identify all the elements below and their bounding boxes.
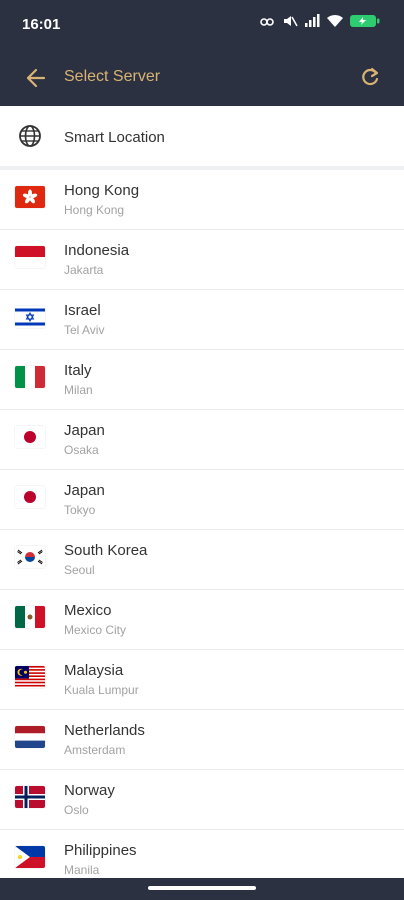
server-row-mexico[interactable]: Mexico Mexico City <box>0 590 404 650</box>
server-row-hong-kong[interactable]: Hong Kong Hong Kong <box>0 170 404 230</box>
country-name: Japan <box>64 482 105 499</box>
battery-icon <box>350 14 380 33</box>
country-name: Norway <box>64 782 115 799</box>
city-name: Milan <box>64 383 93 397</box>
philippines-flag-icon <box>15 846 45 868</box>
server-row-japan-osaka[interactable]: Japan Osaka <box>0 410 404 470</box>
south-korea-flag-icon <box>15 546 45 568</box>
italy-flag-icon <box>15 366 45 388</box>
server-row-japan-tokyo[interactable]: Japan Tokyo <box>0 470 404 530</box>
israel-flag-icon <box>15 306 45 328</box>
server-list: Hong Kong Hong Kong Indonesia Jakarta Is… <box>0 170 404 890</box>
hong-kong-flag-icon <box>15 186 45 208</box>
smart-location-label: Smart Location <box>64 129 165 146</box>
server-row-israel[interactable]: Israel Tel Aviv <box>0 290 404 350</box>
country-name: Malaysia <box>64 662 124 679</box>
app-bar: Select Server <box>0 50 404 106</box>
japan-flag-icon <box>15 486 45 508</box>
country-name: Netherlands <box>64 722 145 739</box>
netherlands-flag-icon <box>15 726 45 748</box>
server-row-malaysia[interactable]: Malaysia Kuala Lumpur <box>0 650 404 710</box>
japan-flag-icon <box>15 426 45 448</box>
indonesia-flag-icon <box>15 246 45 268</box>
back-arrow-icon[interactable] <box>22 66 50 90</box>
country-name: Mexico <box>64 602 112 619</box>
server-row-indonesia[interactable]: Indonesia Jakarta <box>0 230 404 290</box>
server-row-netherlands[interactable]: Netherlands Amsterdam <box>0 710 404 770</box>
server-row-norway[interactable]: Norway Oslo <box>0 770 404 830</box>
country-name: Philippines <box>64 842 137 859</box>
country-name: Indonesia <box>64 242 130 259</box>
city-name: Amsterdam <box>64 743 126 757</box>
status-icons <box>260 14 380 33</box>
city-name: Tokyo <box>64 503 96 517</box>
city-name: Kuala Lumpur <box>64 683 139 697</box>
home-gesture-handle[interactable] <box>148 886 256 890</box>
city-name: Hong Kong <box>64 203 125 217</box>
signal-icon <box>304 14 320 33</box>
smart-location-item[interactable]: Smart Location <box>0 106 404 166</box>
status-time: 16:01 <box>22 16 61 33</box>
city-name: Osaka <box>64 443 99 457</box>
city-name: Manila <box>64 863 100 877</box>
page-title: Select Server <box>64 68 161 85</box>
malaysia-flag-icon <box>15 666 45 688</box>
globe-icon <box>18 124 42 148</box>
wifi-icon <box>326 14 344 33</box>
navigation-bar <box>0 878 404 900</box>
city-name: Jakarta <box>64 263 104 277</box>
norway-flag-icon <box>15 786 45 808</box>
city-name: Seoul <box>64 563 95 577</box>
server-row-italy[interactable]: Italy Milan <box>0 350 404 410</box>
vpn-key-icon <box>260 15 276 33</box>
mute-icon <box>282 14 298 33</box>
city-name: Mexico City <box>64 623 127 637</box>
server-row-south-korea[interactable]: South Korea Seoul <box>0 530 404 590</box>
refresh-icon[interactable] <box>358 66 382 90</box>
country-name: Japan <box>64 422 105 439</box>
country-name: Italy <box>64 362 92 379</box>
status-bar: 16:01 <box>0 0 404 50</box>
mexico-flag-icon <box>15 606 45 628</box>
country-name: Hong Kong <box>64 182 140 199</box>
country-name: Israel <box>64 302 101 319</box>
city-name: Tel Aviv <box>64 323 105 337</box>
country-name: South Korea <box>64 542 148 559</box>
city-name: Oslo <box>64 803 89 817</box>
